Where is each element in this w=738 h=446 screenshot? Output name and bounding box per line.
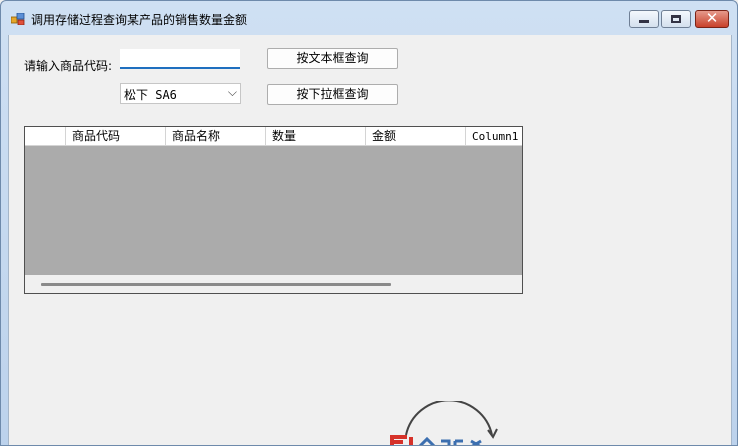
maximize-button[interactable] — [661, 10, 691, 28]
column-header-product-code[interactable]: 商品代码 — [66, 127, 166, 146]
product-combo-box[interactable]: 松下 SA6 ⌵ — [120, 83, 241, 104]
watermark-logo — [390, 401, 498, 445]
close-button[interactable]: ✕ — [695, 9, 729, 28]
column-header-amount[interactable]: 金额 — [366, 127, 466, 146]
close-icon: ✕ — [705, 9, 719, 27]
product-code-label: 请输入商品代码: — [24, 59, 113, 73]
row-header-corner[interactable] — [25, 127, 66, 146]
maximize-icon — [671, 15, 681, 23]
horizontal-scrollbar[interactable] — [25, 275, 522, 293]
chevron-down-icon[interactable]: ⌵ — [228, 85, 237, 100]
column-header-quantity[interactable]: 数量 — [266, 127, 366, 146]
query-by-combo-button[interactable]: 按下拉框查询 — [267, 84, 398, 105]
grid-header-row: 商品代码 商品名称 数量 金额 Column1 — [25, 127, 522, 146]
column-header-column1[interactable]: Column1 — [466, 127, 522, 146]
combo-selected-value: 松下 SA6 — [124, 88, 177, 102]
scrollbar-thumb[interactable] — [41, 283, 391, 286]
form-client-area: 请输入商品代码: 松下 SA6 ⌵ 按文本框查询 按下拉框查询 商品代码 商品名… — [8, 35, 732, 445]
app-window: 调用存储过程查询某产品的销售数量金额 ✕ 请输入商品代码: 松下 SA6 ⌵ 按… — [0, 0, 738, 446]
minimize-button[interactable] — [629, 10, 659, 28]
title-bar[interactable]: 调用存储过程查询某产品的销售数量金额 ✕ — [1, 1, 737, 35]
column-header-product-name[interactable]: 商品名称 — [166, 127, 266, 146]
minimize-icon — [639, 20, 649, 23]
product-code-input[interactable] — [120, 49, 240, 69]
app-icon — [11, 13, 25, 25]
window-title: 调用存储过程查询某产品的销售数量金额 — [31, 13, 248, 27]
grid-empty-area — [25, 146, 522, 275]
results-data-grid[interactable]: 商品代码 商品名称 数量 金额 Column1 — [24, 126, 523, 294]
query-by-textbox-button[interactable]: 按文本框查询 — [267, 48, 398, 69]
